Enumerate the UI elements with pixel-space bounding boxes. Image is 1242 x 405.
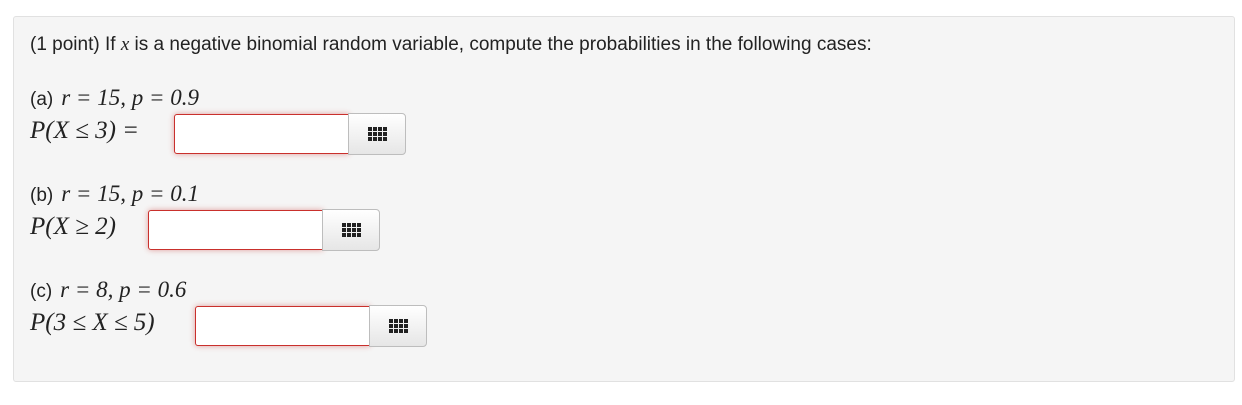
problem-panel: (1 point) If x is a negative binomial ra… — [13, 16, 1235, 382]
part-c-expression: P(3 ≤ X ≤ 5) — [30, 309, 155, 336]
part-b-params: r = 15, p = 0.1 — [61, 181, 199, 206]
grid-icon — [341, 223, 361, 237]
variable-symbol: x — [120, 34, 130, 55]
intro-text-after: is a negative binomial random variable, … — [134, 34, 872, 55]
intro-text-before: If — [104, 34, 116, 55]
problem-statement: (1 point) If x is a negative binomial ra… — [30, 34, 872, 56]
part-a-equation-palette-button[interactable] — [348, 113, 406, 155]
part-b-heading: (b) r = 15, p = 0.1 — [30, 181, 199, 207]
part-c-label: (c) — [30, 281, 53, 302]
part-c-equation-palette-button[interactable] — [369, 305, 427, 347]
part-b-answer-input[interactable] — [148, 210, 323, 250]
part-a-expression: P(X ≤ 3) = — [30, 117, 140, 144]
grid-icon — [367, 127, 387, 141]
part-c-answer-input[interactable] — [195, 306, 370, 346]
part-b-label: (b) — [30, 185, 54, 206]
part-a-label: (a) — [30, 89, 54, 110]
part-a-heading: (a) r = 15, p = 0.9 — [30, 85, 199, 111]
points-label: (1 point) — [30, 34, 100, 55]
grid-icon — [388, 319, 408, 333]
part-c-heading: (c) r = 8, p = 0.6 — [30, 277, 186, 303]
part-b-expression: P(X ≥ 2) — [30, 213, 116, 240]
part-a-params: r = 15, p = 0.9 — [61, 85, 199, 110]
part-c-params: r = 8, p = 0.6 — [60, 277, 187, 302]
part-a-answer-input[interactable] — [174, 114, 349, 154]
part-b-equation-palette-button[interactable] — [322, 209, 380, 251]
